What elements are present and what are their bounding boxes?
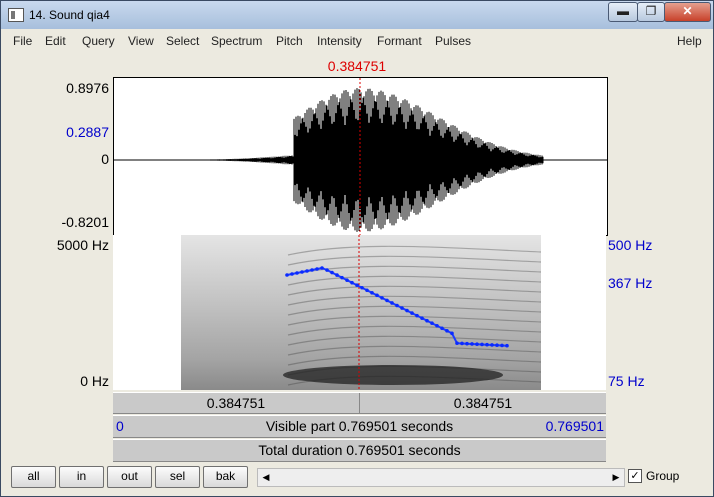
zoom-selection-button[interactable]: sel	[155, 466, 200, 488]
scroll-right-icon[interactable]: ▶	[609, 470, 623, 485]
pitch-point	[415, 313, 419, 318]
time-right-part[interactable]: 0.384751	[360, 393, 606, 413]
maximize-button[interactable]: ❐	[637, 2, 665, 22]
pitch-point	[350, 280, 354, 285]
spectrogram-panel[interactable]	[113, 235, 606, 390]
zoom-all-button[interactable]: all	[11, 466, 56, 488]
menu-pulses[interactable]: Pulses	[435, 34, 471, 48]
pitch-point	[365, 288, 369, 293]
pitch-point	[295, 271, 299, 275]
pitch-point	[375, 293, 379, 298]
pitch-point	[395, 303, 399, 308]
pitch-top-label: 500 Hz	[608, 237, 653, 253]
menu-help[interactable]: Help	[677, 34, 702, 48]
group-label: Group	[646, 469, 680, 483]
pitch-point	[480, 342, 484, 347]
pitch-point	[495, 343, 499, 347]
visible-part-text: Visible part 0.769501 seconds	[265, 418, 454, 434]
close-button[interactable]: ✕	[664, 2, 711, 22]
menu-formant[interactable]: Formant	[377, 34, 422, 48]
pitch-point	[310, 268, 314, 272]
zoom-in-button[interactable]: in	[59, 466, 104, 488]
pitch-point	[490, 343, 494, 347]
pitch-point	[285, 273, 289, 277]
pitch-point	[405, 308, 409, 313]
pitch-point	[430, 321, 434, 326]
waveform-cursor-value: 0.2887	[66, 124, 109, 140]
pitch-point	[505, 343, 509, 348]
pitch-point	[360, 285, 364, 290]
pitch-point	[500, 343, 504, 348]
pitch-point	[460, 341, 464, 346]
pitch-point	[390, 301, 394, 305]
pitch-point	[325, 268, 329, 272]
spectrogram-freq-bottom: 0 Hz	[80, 373, 109, 389]
pitch-point	[345, 278, 349, 282]
menu-pitch[interactable]: Pitch	[276, 34, 303, 48]
pitch-point	[330, 270, 334, 275]
title-bar: 14. Sound qia4 ▬ ❐ ✕	[1, 1, 713, 29]
horizontal-scrollbar[interactable]: ◀ ▶	[257, 468, 625, 487]
visible-part-bar[interactable]: 0 Visible part 0.769501 seconds 0.769501	[113, 415, 606, 438]
menu-intensity[interactable]: Intensity	[317, 34, 362, 48]
pitch-point	[370, 291, 374, 295]
waveform-zero-label: 0	[101, 151, 109, 167]
bottom-toolbar: all in out sel bak ◀ ▶ ✓ Group	[9, 463, 709, 491]
time-left-part[interactable]: 0.384751	[113, 393, 360, 413]
menu-select[interactable]: Select	[166, 34, 199, 48]
spectrogram-voicing-bar	[283, 365, 503, 385]
pitch-bottom-label: 75 Hz	[608, 373, 645, 389]
pitch-point	[425, 318, 429, 323]
sound-editor-window: 14. Sound qia4 ▬ ❐ ✕ File Edit Query Vie…	[0, 0, 714, 497]
pitch-point	[320, 266, 324, 270]
waveform-panel[interactable]	[113, 77, 608, 236]
spectrogram-freq-top: 5000 Hz	[56, 237, 109, 253]
visible-end: 0.769501	[545, 418, 604, 434]
pitch-point	[455, 341, 459, 345]
pitch-point	[420, 316, 424, 320]
window-title: 14. Sound qia4	[29, 8, 110, 22]
pitch-point	[355, 283, 359, 288]
pitch-point	[290, 272, 294, 276]
menu-bar: File Edit Query View Select Spectrum Pit…	[7, 31, 707, 51]
pitch-point	[465, 341, 469, 346]
pitch-point	[450, 331, 454, 336]
pitch-point	[335, 273, 339, 277]
cursor-time-label: 0.384751	[327, 58, 387, 74]
pitch-point	[380, 296, 384, 300]
menu-query[interactable]: Query	[82, 34, 115, 48]
pitch-point	[400, 306, 404, 310]
pitch-point	[305, 269, 309, 273]
waveform-graph	[114, 78, 607, 235]
pitch-point	[445, 329, 449, 333]
total-duration-text: Total duration 0.769501 seconds	[258, 442, 461, 458]
pitch-cursor-label: 367 Hz	[608, 275, 653, 291]
pitch-point	[485, 342, 489, 347]
pitch-point	[300, 270, 304, 274]
spectrogram-graph	[181, 235, 542, 390]
pitch-point	[340, 275, 344, 280]
group-checkbox[interactable]: ✓	[628, 469, 642, 483]
pitch-point	[470, 342, 474, 346]
cursor-time-bar[interactable]: 0.384751 0.384751	[113, 392, 606, 414]
waveform-max-label: 0.8976	[66, 80, 109, 96]
pitch-point	[435, 323, 439, 328]
pitch-point	[315, 267, 319, 271]
pitch-point	[385, 298, 389, 303]
menu-edit[interactable]: Edit	[45, 34, 66, 48]
pitch-point	[440, 326, 444, 331]
minimize-button[interactable]: ▬	[608, 2, 638, 22]
zoom-out-button[interactable]: out	[107, 466, 152, 488]
scroll-left-icon[interactable]: ◀	[259, 470, 273, 485]
menu-view[interactable]: View	[128, 34, 154, 48]
menu-spectrum[interactable]: Spectrum	[211, 34, 262, 48]
pitch-point	[475, 342, 479, 346]
total-duration-bar[interactable]: Total duration 0.769501 seconds	[113, 439, 606, 462]
praat-window-icon	[8, 8, 24, 22]
waveform-min-label: -0.8201	[61, 214, 109, 230]
menu-file[interactable]: File	[13, 34, 32, 48]
zoom-back-button[interactable]: bak	[203, 466, 248, 488]
pitch-point	[410, 311, 414, 315]
